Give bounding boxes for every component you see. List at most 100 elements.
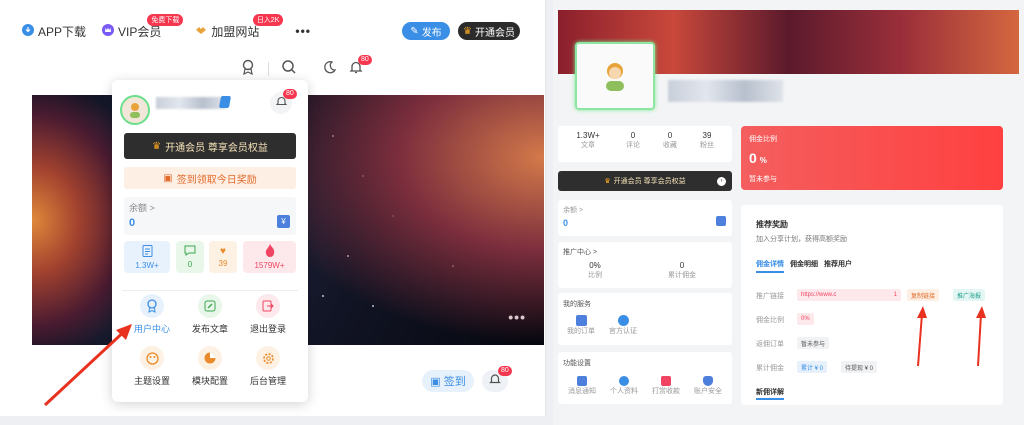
stat-label: 粉丝	[700, 142, 714, 149]
stat-likes[interactable]: ♥ 39	[209, 241, 237, 273]
stat-comments[interactable]: 0 评论	[618, 131, 648, 150]
search-icon[interactable]	[281, 59, 297, 80]
link-input[interactable]: https://www.c 1	[797, 289, 901, 301]
promo-total-label: 累计佣金	[668, 272, 696, 279]
crown-icon: ♛	[152, 140, 162, 152]
red-unit: %	[759, 156, 767, 165]
promo-rate: 0%	[589, 261, 601, 270]
calendar-icon: ▣	[163, 172, 173, 184]
nav-vip[interactable]: VIP会员 免费下载	[102, 13, 184, 40]
stat-value: 0	[667, 131, 673, 140]
my-services: 我的服务 我的订单 官方认证	[558, 293, 732, 345]
vip-crown-icon	[102, 23, 115, 39]
open-vip-button[interactable]: ♛ 开通会员	[458, 22, 520, 40]
bell-icon[interactable]: 80	[349, 54, 372, 79]
comment-icon	[184, 245, 196, 258]
more-dots-icon[interactable]: •••	[295, 24, 311, 38]
stat-value: 0	[630, 131, 636, 140]
tab-referred-users[interactable]: 推荐用户	[824, 259, 852, 273]
service-orders[interactable]: 我的订单	[566, 315, 596, 336]
red-sub: 暂未参与	[749, 176, 777, 183]
grid-logout[interactable]: 退出登录	[240, 294, 296, 335]
popup-bell-badge: 80	[283, 89, 297, 99]
tab-commission-detail[interactable]: 佣金详情	[756, 259, 784, 273]
popup-balance[interactable]: 余额 > 0 ¥	[124, 197, 296, 235]
order-value: 暂未参与	[797, 337, 830, 349]
stat-fans[interactable]: 39 粉丝	[692, 131, 722, 150]
stat-views[interactable]: 1579W+	[243, 241, 296, 273]
grid-label: 后台管理	[249, 376, 286, 386]
moon-icon[interactable]	[323, 60, 337, 79]
wallet-icon: ¥	[277, 215, 290, 228]
nav-join-label: 加盟网站	[211, 24, 260, 39]
right-panel: 1.3W+ 文章 0 评论 0 收藏 39 粉丝 ♛ 开通会员 尊享会员权益 › 余额 > …	[553, 0, 1024, 425]
stat-comments[interactable]: 0	[176, 241, 204, 273]
stat-label: 评论	[626, 142, 640, 149]
sign-in-label: 签到	[443, 376, 466, 388]
join-badge: 日入2K	[252, 13, 284, 26]
commission-card: 佣金比例 0% 暂未参与	[741, 126, 1003, 190]
popup-sign-bar[interactable]: ▣ 签到领取今日奖励	[124, 167, 296, 189]
profile-avatar[interactable]	[575, 42, 655, 110]
user-medal-icon	[140, 294, 164, 318]
setting-security[interactable]: 账户安全	[690, 376, 726, 396]
red-value: 0	[749, 150, 757, 166]
profile-name-blurred	[668, 80, 783, 102]
popup-sign-label: 签到领取今日奖励	[176, 174, 257, 186]
service-verify[interactable]: 官方认证	[608, 315, 638, 336]
promo-center[interactable]: 推广中心 > 0% 比例 0 累计佣金	[558, 242, 732, 288]
setting-label: 个人资料	[610, 388, 638, 395]
balance-label: 余额 >	[129, 203, 155, 213]
stat-favorites[interactable]: 0 收藏	[655, 131, 685, 150]
red-title: 佣金比例	[749, 136, 777, 143]
divider	[122, 290, 298, 291]
bottom-bell-button[interactable]: 80	[482, 366, 512, 392]
crown-icon: ♛	[463, 25, 472, 37]
profile-stats: 1.3W+ 文章 0 评论 0 收藏 39 粉丝	[558, 126, 732, 162]
palette-icon	[140, 346, 164, 370]
rec-sub: 加入分享计划，获得高额奖励	[756, 236, 847, 243]
setting-reward[interactable]: 打赏收款	[648, 376, 684, 396]
edit-icon	[198, 294, 222, 318]
setting-profile[interactable]: 个人资料	[606, 376, 642, 396]
setting-label: 消息通知	[568, 388, 596, 395]
profile-vip-bar[interactable]: ♛ 开通会员 尊享会员权益 ›	[558, 171, 732, 191]
stat-posts-value: 1.3W+	[135, 260, 159, 270]
header-icons: 80	[240, 54, 372, 80]
calendar-icon: ▣	[430, 375, 441, 388]
medal-icon[interactable]	[240, 59, 256, 80]
pie-icon	[198, 346, 222, 370]
verify-icon	[617, 315, 629, 326]
stat-likes-value: 39	[218, 259, 228, 268]
grid-publish-article[interactable]: 发布文章	[182, 294, 238, 335]
handshake-icon	[195, 24, 207, 39]
user-icon	[619, 376, 629, 386]
total-value: 累计 ¥ 0	[797, 361, 828, 373]
link-count: 1	[893, 292, 897, 298]
stat-posts[interactable]: 1.3W+ 文章	[568, 131, 608, 150]
row-link-label: 推广链接	[756, 293, 784, 300]
banner-more-icon[interactable]: •••	[508, 309, 526, 325]
annotation-arrow-icon	[43, 324, 132, 407]
doc-icon	[142, 244, 153, 259]
settings-title: 功能设置	[563, 360, 591, 367]
vip-badge: 免费下载	[147, 13, 184, 26]
sign-in-button[interactable]: ▣ 签到	[422, 370, 474, 392]
logout-icon	[256, 294, 280, 318]
tab-commission-list[interactable]: 佣金明细	[790, 259, 818, 273]
popup-vip-bar[interactable]: ♛ 开通会员 尊享会员权益	[124, 133, 296, 159]
nav-join[interactable]: 加盟网站 日入2K	[195, 13, 284, 40]
grid-module-config[interactable]: 模块配置	[182, 346, 238, 387]
popup-avatar[interactable]	[120, 95, 150, 125]
rec-title: 推荐奖励	[756, 220, 788, 229]
stat-posts[interactable]: 1.3W+	[124, 241, 170, 273]
publish-button[interactable]: ✎ 发布	[402, 22, 450, 40]
popup-bell-button[interactable]: 80	[270, 89, 297, 114]
wallet-icon	[716, 216, 726, 226]
grid-admin[interactable]: 后台管理	[240, 346, 296, 387]
profile-balance[interactable]: 余额 > 0	[558, 200, 732, 236]
balance-value: 0	[563, 218, 569, 228]
setting-notify[interactable]: 消息通知	[564, 376, 600, 396]
nav-app-download[interactable]: APP下载	[22, 23, 86, 40]
pencil-icon: ✎	[410, 25, 419, 37]
